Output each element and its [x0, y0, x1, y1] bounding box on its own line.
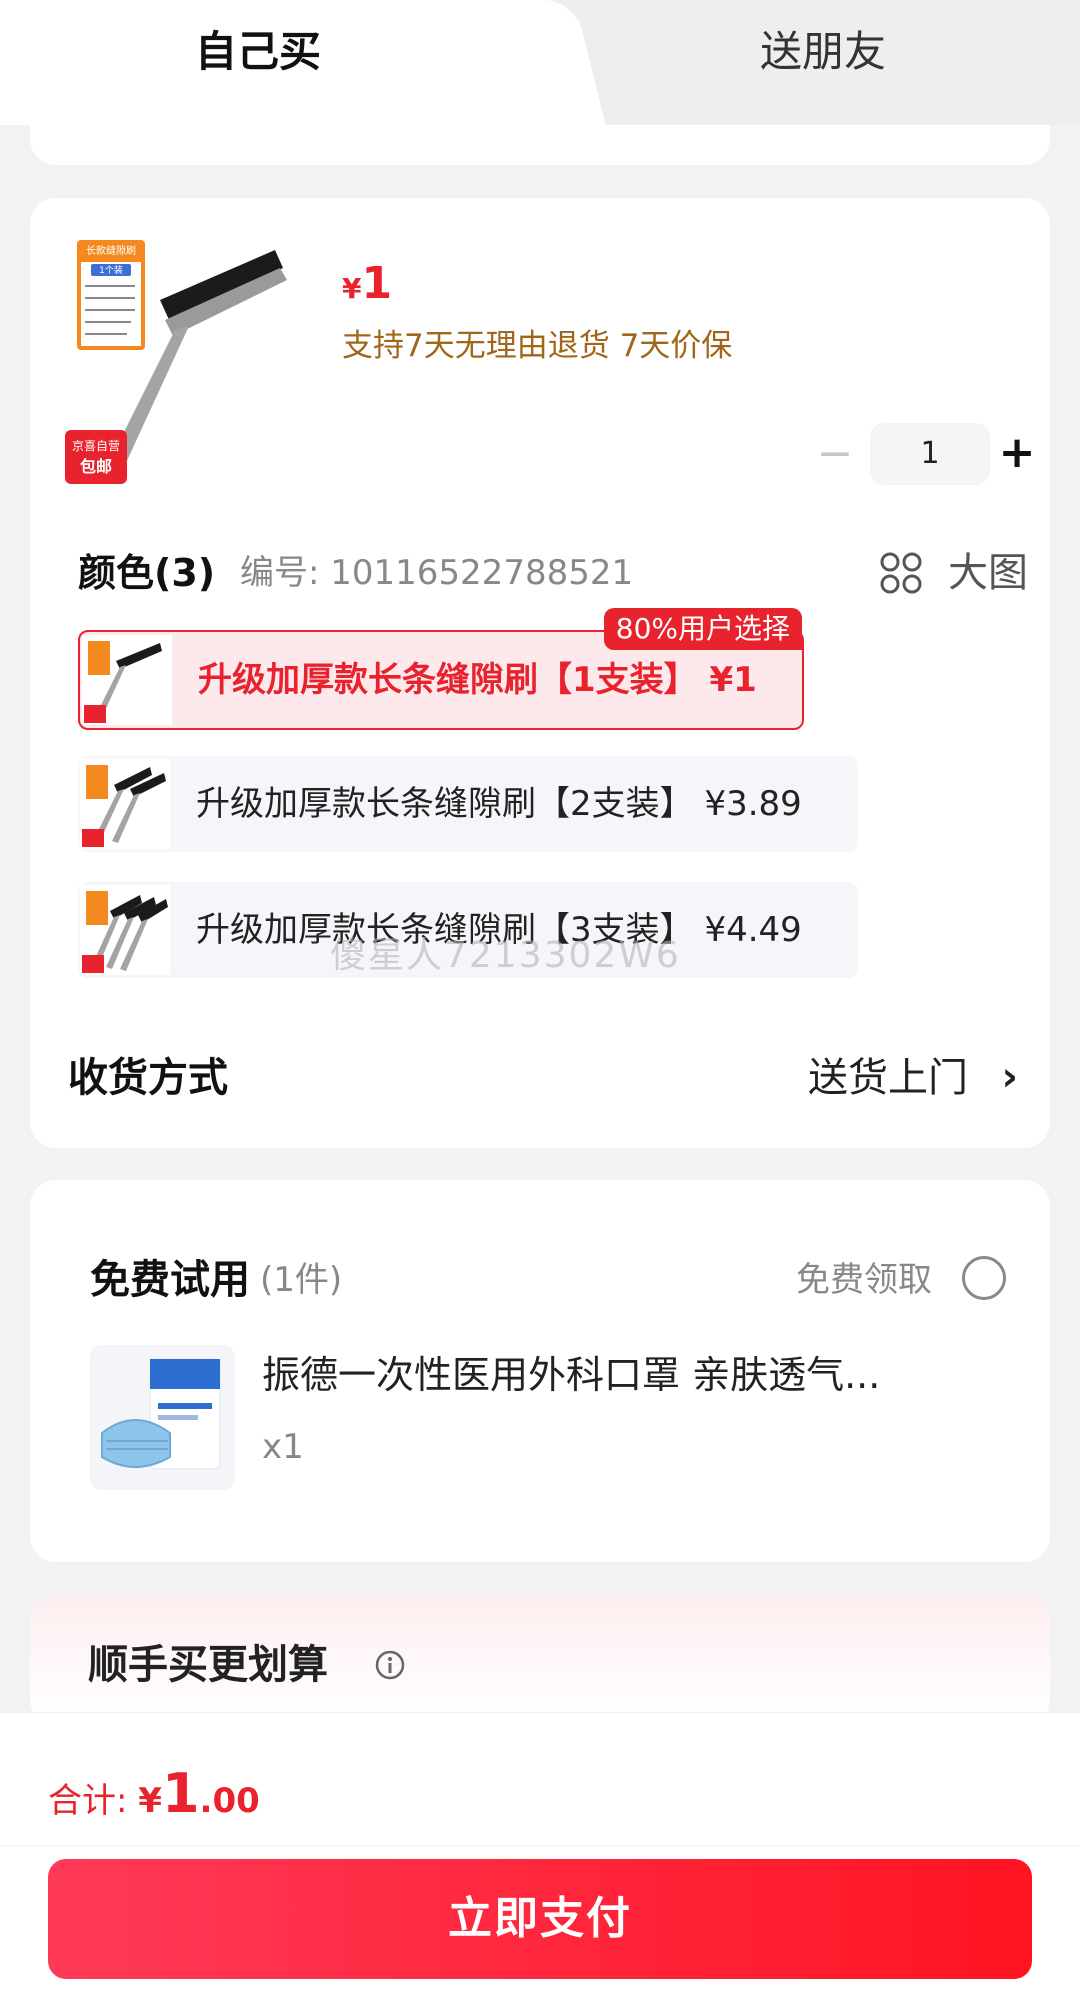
watermark-text: 傻星人7213302W6 [330, 935, 681, 976]
claim-free-radio[interactable] [962, 1256, 1006, 1300]
total-decimal: .00 [199, 1781, 260, 1821]
box-sub-text: 1个装 [99, 264, 123, 276]
trial-item-name[interactable]: 振德一次性医用外科口罩 亲肤透气... [262, 1345, 880, 1405]
price-currency: ¥ [342, 272, 362, 305]
info-icon[interactable] [374, 1649, 406, 1681]
badge-bottom-text: 包邮 [80, 457, 112, 476]
popular-choice-badge: 80%用户选择 [603, 608, 802, 650]
chevron-right-icon: › [1001, 1054, 1018, 1100]
option-thumbnail [80, 759, 170, 849]
grid-icon [880, 552, 922, 594]
product-image[interactable]: 长款缝隙刷 1个装 京喜自营 包邮 [65, 240, 315, 490]
tab-gift[interactable]: 送朋友 [760, 22, 886, 82]
box-title-text: 长款缝隙刷 [86, 244, 136, 257]
price-value: 1 [361, 258, 393, 309]
service-guarantee: 支持7天无理由退货 7天价保 [342, 328, 733, 364]
divider [0, 1845, 1080, 1846]
purchase-mode-tabs: 自己买 送朋友 [0, 0, 1080, 125]
pay-now-button[interactable]: 立即支付 [48, 1859, 1032, 1979]
quantity-value[interactable]: 1 [870, 423, 990, 485]
color-section-header: 颜色(3) 编号: 10116522788521 大图 [78, 543, 1028, 603]
sku-code: 编号: 10116522788521 [240, 553, 634, 593]
delivery-value: 送货上门 [808, 1055, 968, 1101]
option-thumbnail [82, 635, 172, 725]
total-currency: ¥ [138, 1781, 162, 1821]
total-amount: 1 [161, 1762, 200, 1825]
decrease-button[interactable]: − [810, 423, 860, 485]
trial-header: 免费试用 (1件) 免费领取 [90, 1250, 1010, 1310]
trial-count: (1件) [260, 1260, 343, 1300]
tab-self[interactable]: 自己买 [195, 22, 321, 82]
delivery-title: 收货方式 [68, 1055, 228, 1101]
color-option-1[interactable]: 升级加厚款长条缝隙刷【1支装】 ¥1 80%用户选择 [78, 608, 804, 730]
trial-item-quantity: x1 [262, 1427, 304, 1467]
addon-deals-card: 顺手买更划算 [30, 1595, 1050, 1725]
option-thumbnail [80, 885, 170, 975]
delivery-method-row[interactable]: 收货方式 送货上门 › [68, 1043, 1018, 1113]
order-total: 合计: ¥1.00 [48, 1758, 260, 1837]
badge-top-text: 京喜自营 [72, 439, 120, 453]
product-price: ¥1 [342, 258, 392, 309]
product-card: 长款缝隙刷 1个装 京喜自营 包邮 ¥1 支持7天无理由退货 7天价保 − 1 … [30, 198, 1050, 1148]
increase-button[interactable]: + [992, 423, 1042, 485]
addon-title: 顺手买更划算 [88, 1642, 328, 1688]
color-option-2[interactable]: 升级加厚款长条缝隙刷【2支装】 ¥3.89 [78, 756, 858, 852]
claim-free-label: 免费领取 [796, 1260, 932, 1300]
total-label: 合计: [48, 1781, 128, 1821]
quantity-stepper: − 1 + [770, 423, 1035, 485]
option-label: 升级加厚款长条缝隙刷【2支装】 ¥3.89 [196, 784, 802, 824]
top-card-strip [30, 125, 1050, 165]
big-image-label: 大图 [948, 550, 1028, 596]
free-trial-card: 免费试用 (1件) 免费领取 振德一次性医用外科口罩 亲肤透气... x1 [30, 1180, 1050, 1562]
checkout-bar: 合计: ¥1.00 立即支付 [0, 1712, 1080, 2015]
color-title: 颜色(3) [78, 551, 216, 595]
trial-title: 免费试用 [90, 1257, 250, 1303]
trial-item-image[interactable] [90, 1345, 235, 1490]
